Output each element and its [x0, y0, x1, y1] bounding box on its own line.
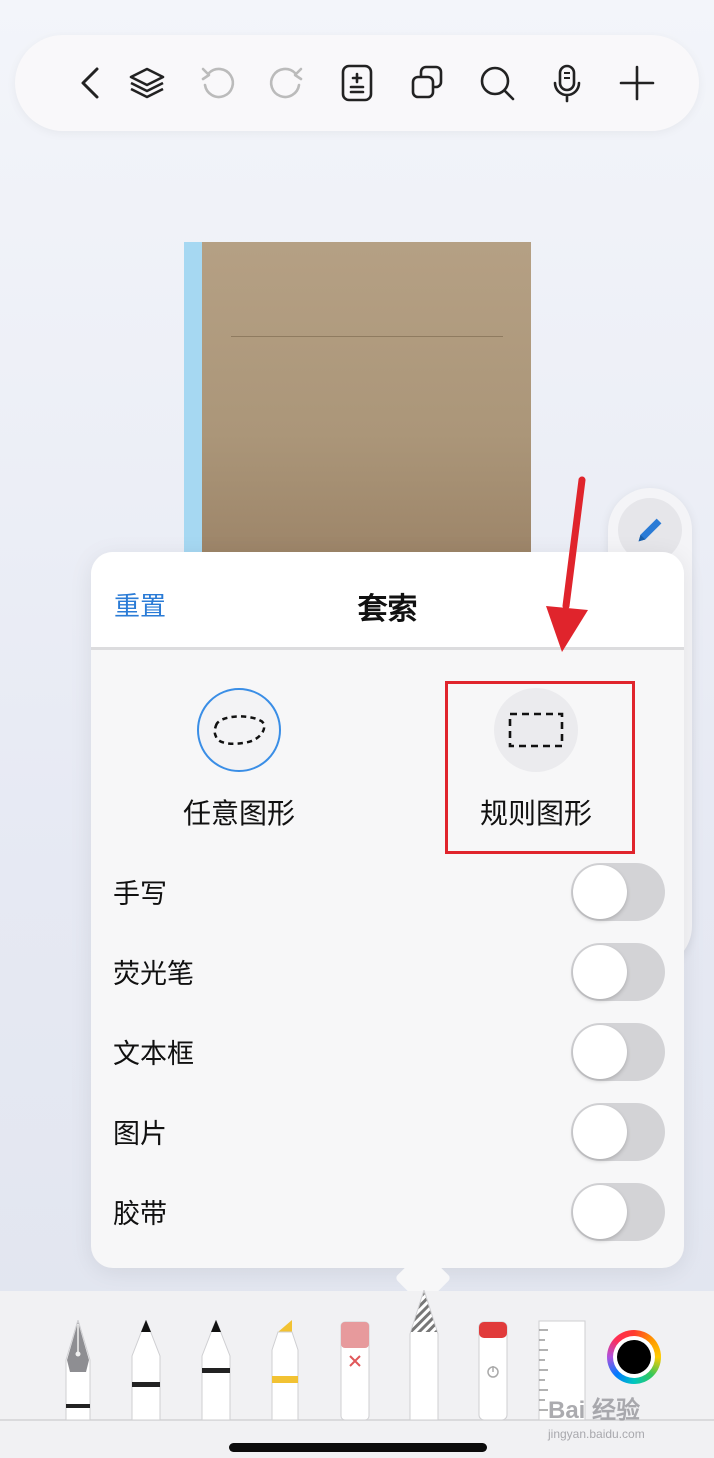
filter-toggle[interactable]: [571, 1103, 665, 1161]
ballpoint-pen-icon[interactable]: [130, 1320, 162, 1420]
filter-row-handwriting: 手写: [91, 852, 684, 932]
eraser-icon[interactable]: [338, 1320, 372, 1420]
undo-icon[interactable]: [193, 59, 241, 107]
duplicate-icon[interactable]: [403, 59, 451, 107]
filter-label: 胶带: [113, 1199, 167, 1230]
filter-label: 手写: [113, 879, 167, 910]
current-color-swatch: [617, 1340, 651, 1374]
toggle-knob: [573, 1185, 627, 1239]
mode-label-freeform: 任意图形: [182, 797, 295, 830]
watermark-sub: jingyan.baidu.com: [548, 1427, 645, 1441]
search-icon[interactable]: [473, 59, 521, 107]
filter-toggle[interactable]: [571, 863, 665, 921]
lasso-popover: 重置 套索 任意图形 规则图形 手写 荧光笔 文本框 图片 胶带: [91, 552, 684, 1307]
filter-toggle[interactable]: [571, 1023, 665, 1081]
filter-label: 文本框: [113, 1039, 194, 1070]
annotation-arrow-icon: [546, 476, 588, 652]
filter-row-image: 图片: [91, 1092, 684, 1172]
filter-toggle[interactable]: [571, 1183, 665, 1241]
fountain-pen-icon[interactable]: [58, 1320, 98, 1420]
top-toolbar: [15, 35, 699, 131]
back-icon[interactable]: [67, 59, 115, 107]
toggle-knob: [573, 1105, 627, 1159]
toggle-knob: [573, 945, 627, 999]
page-add-icon[interactable]: [333, 59, 381, 107]
notebook-title-line: [231, 336, 503, 337]
filter-row-textbox: 文本框: [91, 1012, 684, 1092]
plus-icon[interactable]: [613, 59, 661, 107]
watermark: Bai 经验 jingyan.baidu.com: [548, 1390, 645, 1441]
filter-label: 荧光笔: [113, 959, 194, 990]
color-picker-button[interactable]: [607, 1330, 661, 1384]
redo-icon[interactable]: [263, 59, 311, 107]
filter-row-highlighter: 荧光笔: [91, 932, 684, 1012]
notebook-cover[interactable]: [184, 242, 531, 562]
freeform-lasso-icon: [197, 688, 281, 772]
pencil-icon: [638, 518, 662, 542]
filter-row-tape: 胶带: [91, 1172, 684, 1252]
highlighter-icon[interactable]: [268, 1320, 302, 1420]
toggle-knob: [573, 865, 627, 919]
watermark-main: Bai 经验: [548, 1397, 641, 1424]
layers-icon[interactable]: [123, 59, 171, 107]
filter-label: 图片: [113, 1119, 167, 1150]
tape-icon[interactable]: [476, 1320, 510, 1420]
home-indicator[interactable]: [229, 1443, 487, 1452]
pencil-icon[interactable]: [200, 1320, 232, 1420]
mode-freeform[interactable]: 任意图形: [139, 688, 339, 832]
notebook-spine: [184, 242, 202, 562]
microphone-icon[interactable]: [543, 59, 591, 107]
annotation-highlight-box: [445, 681, 635, 854]
filter-toggle[interactable]: [571, 943, 665, 1001]
toggle-knob: [573, 1025, 627, 1079]
lasso-tool-icon[interactable]: [408, 1290, 440, 1420]
